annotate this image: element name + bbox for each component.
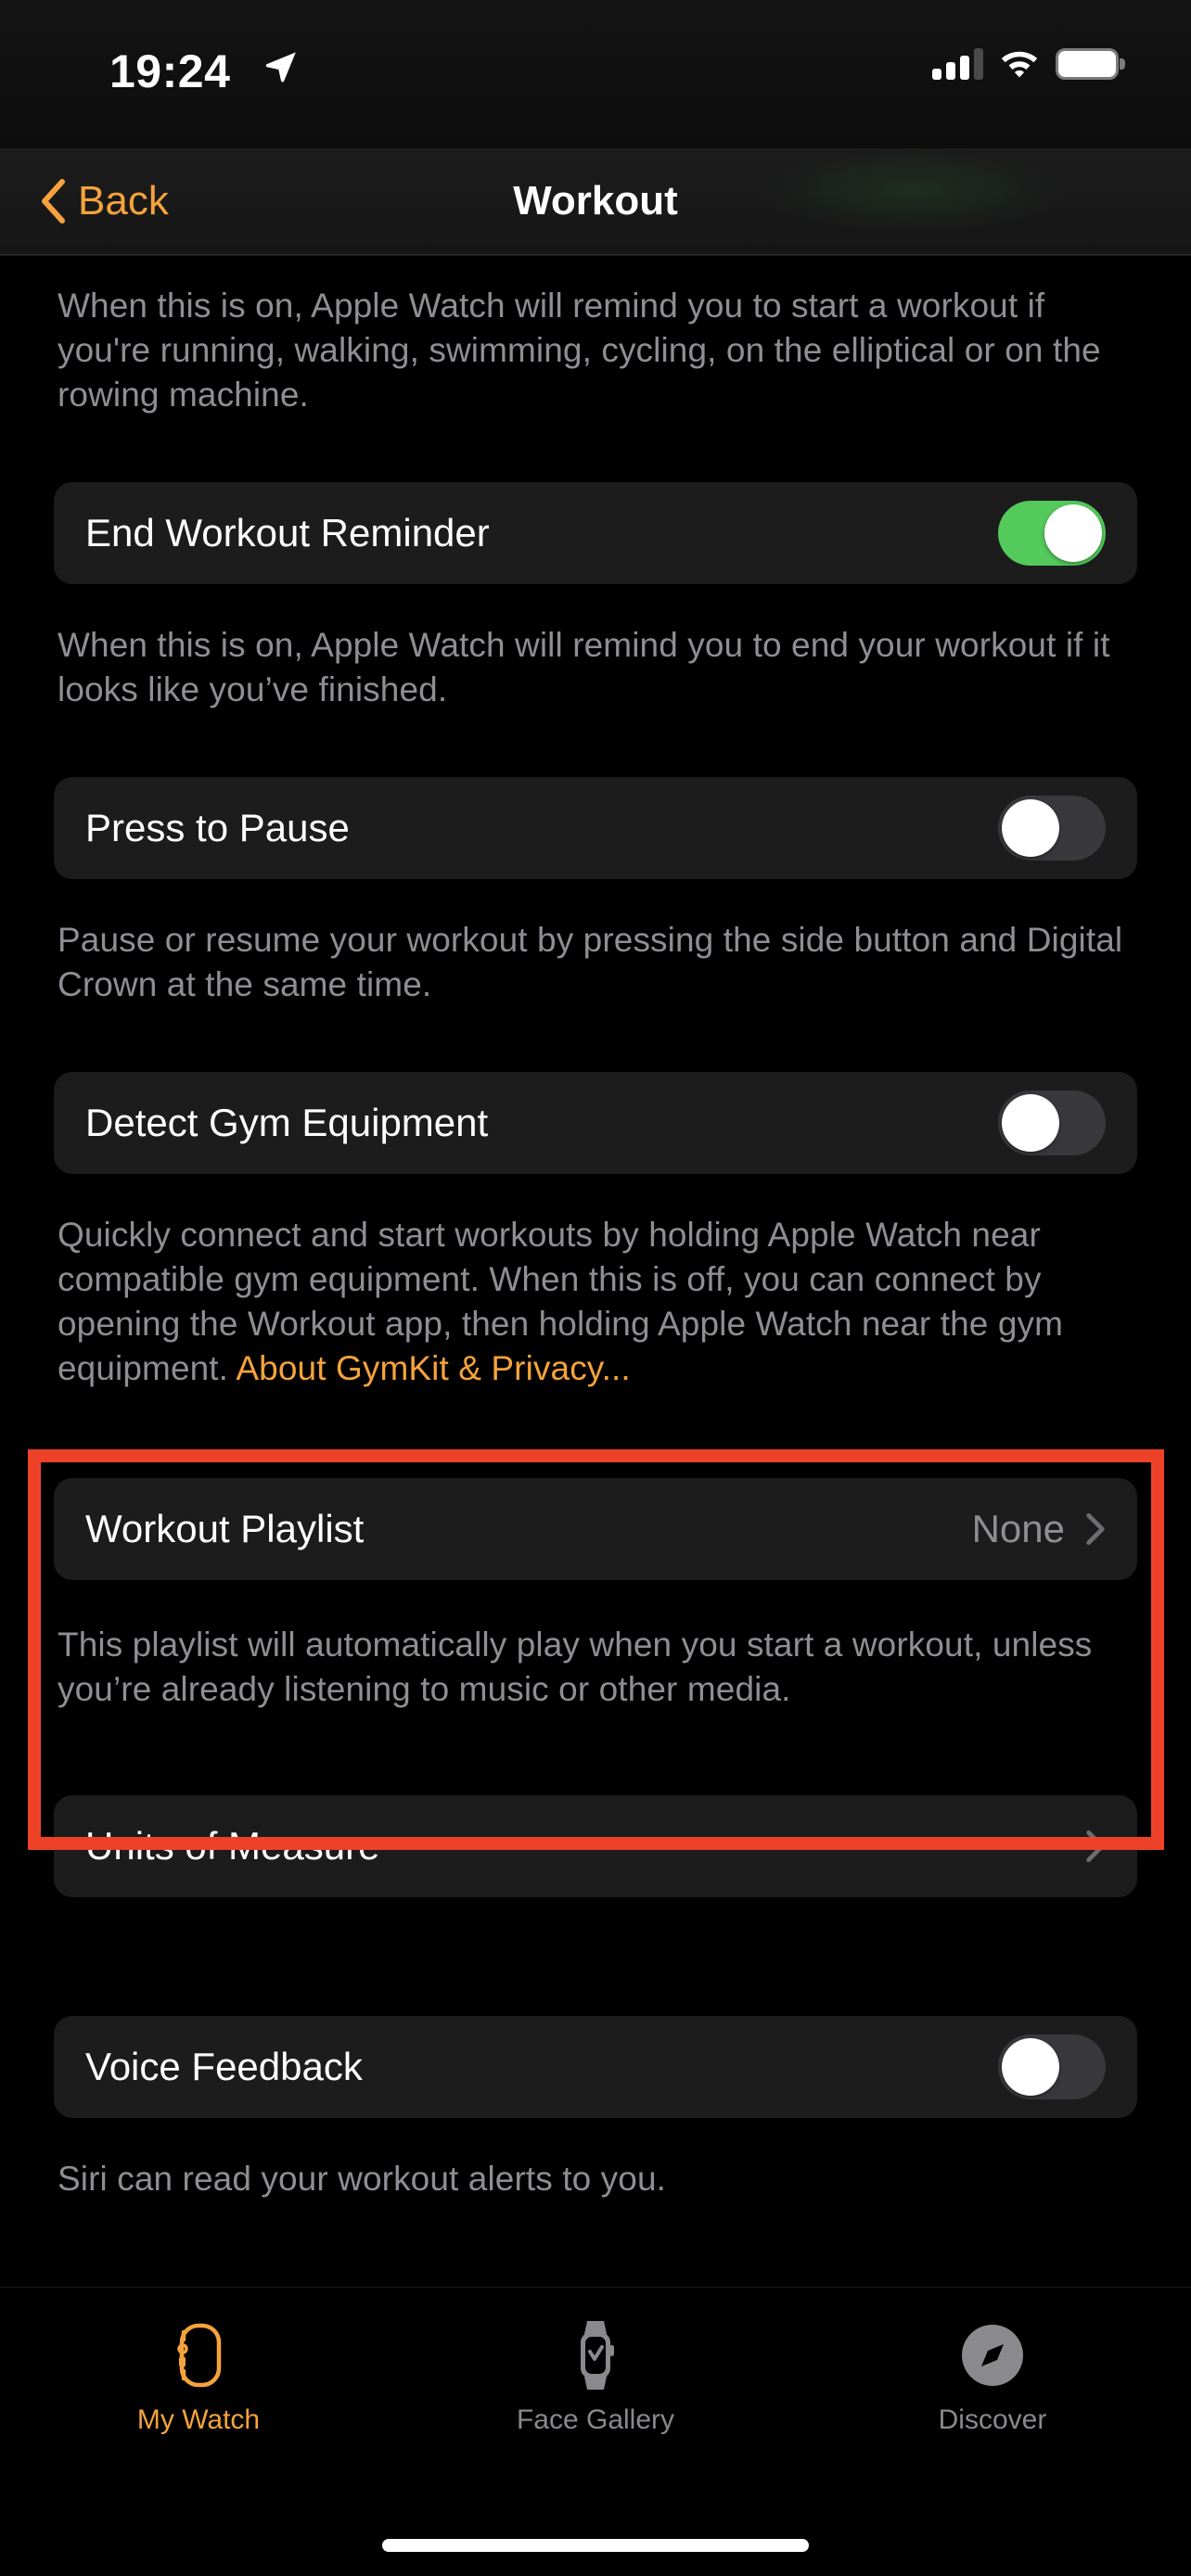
press-to-pause-toggle[interactable] [998, 796, 1106, 861]
units-of-measure-label: Units of Measure [85, 1824, 380, 1868]
compass-icon [956, 2319, 1029, 2391]
iphone-screen: 19:24 Back Workout When this is on, Appl… [0, 0, 1191, 2576]
detect-gym-equipment-label: Detect Gym Equipment [85, 1101, 489, 1144]
page-title: Workout [513, 178, 678, 223]
workout-playlist-value: None [971, 1507, 1065, 1550]
status-bar-indicators [932, 48, 1125, 80]
detect-gym-equipment-row[interactable]: Detect Gym Equipment [54, 1072, 1137, 1174]
about-gymkit-privacy-link[interactable]: About GymKit & Privacy... [236, 1349, 630, 1387]
workout-playlist-description: This playlist will automatically play wh… [58, 1626, 1093, 1708]
workout-playlist-row[interactable]: Workout Playlist None [54, 1478, 1137, 1580]
voice-feedback-label: Voice Feedback [85, 2045, 363, 2088]
voice-feedback-toggle[interactable] [998, 2034, 1106, 2099]
end-workout-reminder-description: When this is on, Apple Watch will remind… [58, 626, 1110, 708]
voice-feedback-row[interactable]: Voice Feedback [54, 2016, 1137, 2118]
navigation-bar: Back Workout [0, 148, 1191, 256]
home-indicator [382, 2539, 809, 2552]
status-bar: 19:24 [0, 0, 1191, 148]
units-of-measure-row[interactable]: Units of Measure [54, 1795, 1137, 1897]
wifi-icon [1001, 51, 1038, 78]
tab-face-gallery-label: Face Gallery [516, 2404, 675, 2435]
location-arrow-icon [265, 52, 296, 83]
battery-full-icon [1056, 48, 1125, 80]
detect-gym-equipment-toggle[interactable] [998, 1090, 1106, 1155]
end-workout-reminder-row[interactable]: End Workout Reminder [54, 482, 1137, 584]
tab-face-gallery[interactable]: Face Gallery [397, 2319, 794, 2436]
tab-discover[interactable]: Discover [794, 2319, 1191, 2436]
signal-bars-icon [932, 48, 983, 80]
press-to-pause-row[interactable]: Press to Pause [54, 777, 1137, 879]
tab-my-watch-label: My Watch [136, 2404, 261, 2435]
press-to-pause-description: Pause or resume your workout by pressing… [58, 921, 1123, 1003]
tab-my-watch[interactable]: My Watch [0, 2319, 397, 2436]
detect-gym-equipment-description: Quickly connect and start workouts by ho… [0, 1213, 1191, 1391]
chevron-right-icon [1086, 1830, 1105, 1863]
workout-playlist-label: Workout Playlist [85, 1507, 365, 1550]
end-workout-reminder-label: End Workout Reminder [85, 511, 490, 555]
tab-bar: My Watch Face Gallery Discover [0, 2287, 1191, 2576]
end-workout-reminder-toggle[interactable] [998, 501, 1106, 566]
chevron-right-icon [1086, 1512, 1105, 1546]
tab-discover-label: Discover [938, 2404, 1047, 2435]
settings-scroll-content[interactable]: When this is on, Apple Watch will remind… [0, 256, 1191, 2287]
start-reminder-description: When this is on, Apple Watch will remind… [58, 287, 1101, 414]
voice-feedback-description: Siri can read your workout alerts to you… [58, 2160, 667, 2198]
watch-outline-icon [162, 2319, 235, 2391]
watch-check-icon [559, 2319, 632, 2391]
press-to-pause-label: Press to Pause [85, 806, 350, 849]
status-bar-time: 19:24 [109, 45, 231, 97]
